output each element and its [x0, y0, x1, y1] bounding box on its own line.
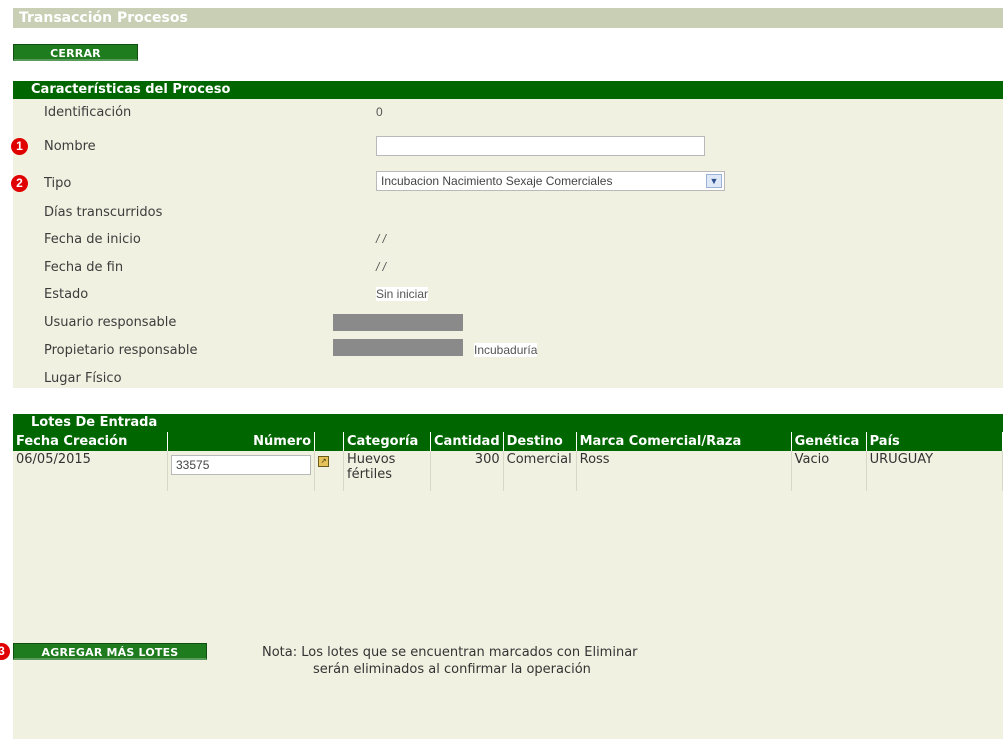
field-row-user: Usuario responsable	[13, 314, 1003, 337]
cell-categoria: Huevos fértiles	[343, 451, 431, 491]
cell-lookup: ↗	[314, 451, 344, 491]
cell-destino: Comercial	[503, 451, 577, 491]
field-row-name: 1 Nombre	[11, 136, 1003, 159]
end-date-value: / /	[376, 260, 387, 274]
window-title: Transacción Procesos	[13, 8, 1003, 28]
cell-cantidad: 300	[430, 451, 504, 491]
col-marca: Marca Comercial/Raza	[576, 432, 792, 451]
note-line-2: serán eliminados al confirmar la operaci…	[313, 662, 591, 677]
col-fecha: Fecha Creación	[13, 432, 168, 451]
owner-label: Propietario responsable	[44, 343, 198, 358]
start-date-value: / /	[376, 232, 387, 246]
col-genetica: Genética	[791, 432, 867, 451]
id-label: Identificación	[44, 105, 132, 120]
close-button[interactable]: CERRAR	[13, 44, 138, 61]
type-label: Tipo	[44, 176, 72, 191]
field-row-place: Lugar Físico	[13, 371, 1003, 393]
cell-numero: 33575	[167, 451, 315, 491]
col-numero: Número	[167, 432, 315, 451]
owner-extra: Incubaduría	[474, 343, 538, 357]
redacted-user	[333, 314, 463, 331]
name-input[interactable]	[376, 136, 705, 156]
col-icon	[314, 432, 344, 451]
state-label: Estado	[44, 287, 89, 302]
state-value: Sin iniciar	[376, 287, 429, 301]
lookup-icon[interactable]: ↗	[318, 456, 329, 467]
add-lotes-button[interactable]: AGREGAR MÁS LOTES	[13, 643, 207, 660]
type-select-value: Incubacion Nacimiento Sexaje Comerciales	[381, 174, 613, 188]
id-value: 0	[376, 105, 383, 119]
step-marker-1: 1	[11, 138, 28, 155]
user-label: Usuario responsable	[44, 315, 177, 330]
place-label: Lugar Físico	[44, 371, 122, 386]
cell-fecha: 06/05/2015	[13, 451, 168, 491]
cell-pais: URUGUAY	[866, 451, 1003, 491]
days-label: Días transcurridos	[44, 205, 163, 220]
lotes-header-row: Fecha Creación Número Categoría Cantidad…	[13, 432, 1003, 451]
col-categoria: Categoría	[343, 432, 431, 451]
field-row-state: Estado Sin iniciar	[13, 287, 1003, 309]
lotes-section-title: Lotes De Entrada	[13, 414, 1003, 432]
field-row-id: Identificación 0	[13, 105, 1003, 127]
lotes-table: Fecha Creación Número Categoría Cantidad…	[13, 432, 1003, 491]
process-section-title: Características del Proceso	[13, 81, 1003, 99]
chevron-down-icon[interactable]: ▼	[706, 174, 722, 188]
col-destino: Destino	[503, 432, 577, 451]
end-date-label: Fecha de fin	[44, 260, 124, 275]
note-line-1: Nota: Los lotes que se encuentran marcad…	[262, 645, 638, 660]
type-select[interactable]: Incubacion Nacimiento Sexaje Comerciales…	[376, 171, 725, 191]
lotes-panel: Lotes De Entrada Fecha Creación Número C…	[13, 414, 1003, 739]
numero-input[interactable]: 33575	[171, 455, 311, 475]
field-row-type: 2 Tipo Incubacion Nacimiento Sexaje Come…	[11, 171, 1003, 196]
cell-marca: Ross	[576, 451, 792, 491]
col-pais: País	[866, 432, 1003, 451]
process-panel: Características del Proceso Identificaci…	[11, 81, 1003, 388]
step-marker-3: 3	[0, 643, 10, 660]
step-marker-2: 2	[11, 175, 28, 192]
field-row-owner: Propietario responsable Incubaduría	[13, 339, 1003, 365]
col-cantidad: Cantidad	[430, 432, 504, 451]
table-row: 06/05/2015 33575 ↗ Huevos fértiles 300 C…	[13, 451, 1003, 491]
start-date-label: Fecha de inicio	[44, 232, 141, 247]
field-row-end: Fecha de fin / /	[13, 260, 1003, 282]
name-label: Nombre	[44, 139, 96, 154]
cell-genetica: Vacio	[791, 451, 867, 491]
redacted-owner	[333, 339, 463, 356]
field-row-start: Fecha de inicio / /	[13, 232, 1003, 254]
field-row-days: Días transcurridos	[13, 205, 1003, 227]
